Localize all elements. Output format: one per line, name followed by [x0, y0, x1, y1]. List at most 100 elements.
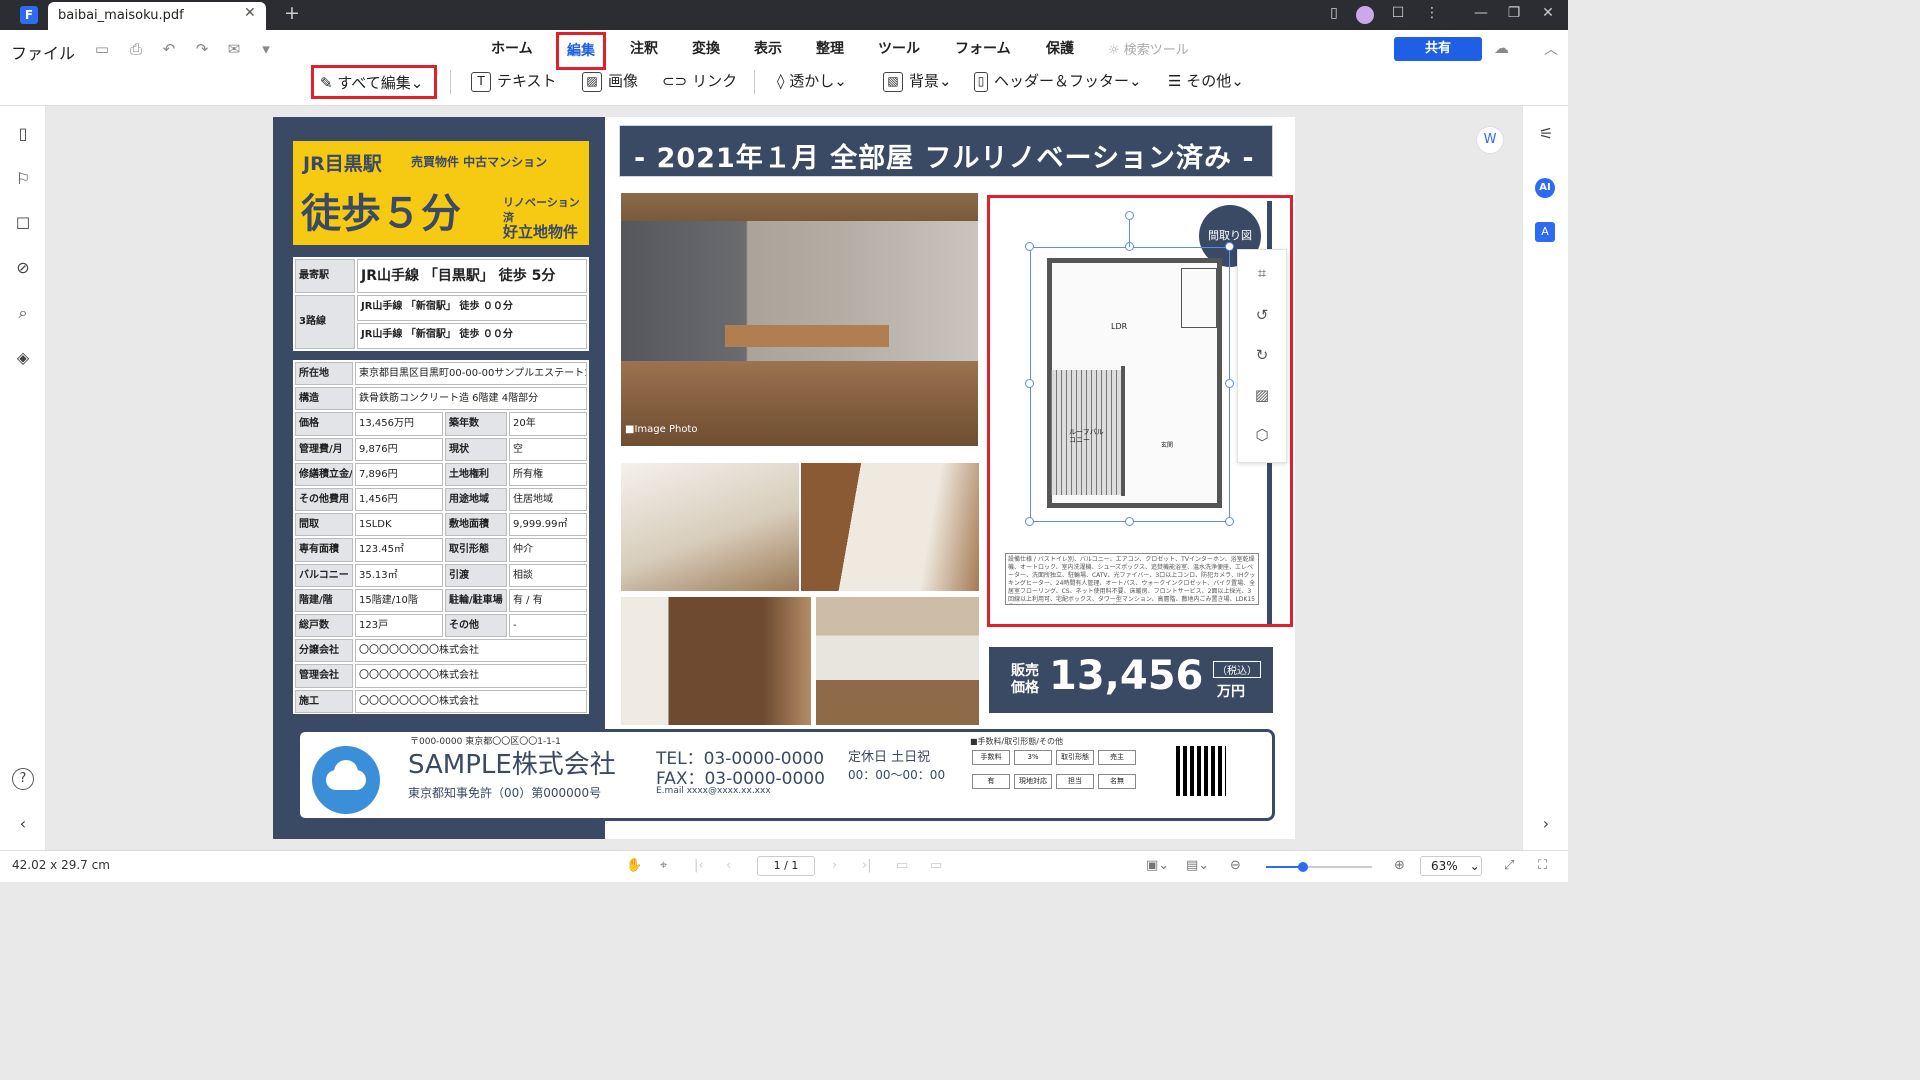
expand-right-icon[interactable]: › [1535, 814, 1557, 833]
resize-handle[interactable] [1125, 517, 1134, 526]
resize-handle[interactable] [1025, 379, 1034, 388]
zoom-in-icon[interactable]: ⊕ [1394, 858, 1405, 873]
replace-image-icon[interactable]: ▨ [1252, 386, 1272, 404]
add-link-button[interactable]: ⊂⊃ リンク [662, 70, 737, 91]
zoom-slider[interactable] [1266, 862, 1372, 872]
translate-icon[interactable]: A [1535, 222, 1555, 242]
zoom-handle[interactable] [1298, 862, 1309, 872]
document-tab[interactable]: baibai_maisoku.pdf ✕ [48, 2, 266, 30]
first-page-icon[interactable]: |‹ [694, 858, 704, 873]
undo-icon[interactable]: ↶ [159, 40, 179, 58]
attachment-icon[interactable]: ⊘ [12, 258, 34, 277]
tab-edit[interactable]: 編集 [556, 32, 606, 70]
spec-label: 敷地面積 [445, 513, 507, 537]
comment-icon[interactable]: ☐ [12, 214, 34, 233]
select-tool-icon[interactable]: ⌖ [660, 858, 667, 873]
spec-value: 20年 [509, 412, 587, 436]
fit-page-icon[interactable]: ▭ [896, 858, 908, 873]
spec-label: 引渡 [445, 563, 507, 587]
resize-handle[interactable] [1225, 379, 1234, 388]
feedback-icon[interactable]: ☐ [1388, 5, 1408, 21]
help-icon[interactable]: ? [12, 768, 34, 790]
tab-protect[interactable]: 保護 [1046, 38, 1074, 58]
restore-icon[interactable]: ❐ [1504, 5, 1524, 21]
avatar[interactable] [1356, 6, 1374, 24]
collapse-left-icon[interactable]: ‹ [12, 814, 34, 833]
scroll-mode-icon[interactable]: ▤⌄ [1186, 858, 1209, 873]
tab-form[interactable]: フォーム [955, 38, 1011, 58]
prev-page-icon[interactable]: ‹ [726, 858, 731, 873]
customize-icon[interactable]: ▾ [256, 40, 276, 58]
zoom-select[interactable]: 63% ⌄ [1420, 856, 1482, 876]
file-menu[interactable]: ファイル [11, 40, 75, 64]
crop-icon[interactable]: ⌗ [1252, 264, 1272, 282]
page-number-input[interactable]: 1 / 1 [757, 856, 815, 876]
main-photo[interactable]: ■Image Photo [621, 193, 978, 446]
floor-plan-image[interactable]: LDR ルーフバルコニー 玄関 [1030, 247, 1230, 522]
background-button[interactable]: ▧ 背景⌄ [883, 70, 952, 92]
collapse-ribbon-icon[interactable]: ︿ [1544, 39, 1558, 59]
image-settings-icon[interactable]: ⬡ [1252, 426, 1272, 444]
rotate-left-icon[interactable]: ↺ [1252, 306, 1272, 324]
photo-room-2[interactable] [801, 463, 979, 591]
new-tab-button[interactable]: + [284, 2, 300, 24]
header-footer-button[interactable]: ▯ ヘッダー＆フッター⌄ [974, 70, 1142, 92]
hand-tool-icon[interactable]: ✋ [626, 858, 642, 873]
fee-cell: 手数料 [972, 750, 1010, 765]
page-layout-icon[interactable]: ▣⌄ [1146, 858, 1169, 873]
layers-icon[interactable]: ◈ [12, 348, 34, 367]
more-icon[interactable]: ⋮ [1422, 5, 1442, 21]
resize-handle[interactable] [1025, 242, 1034, 251]
plan-notes: 設備仕様 / バストイレ別、バルコニー、エアコン、クロゼット、TVインターホン、… [1005, 553, 1259, 605]
tab-home[interactable]: ホーム [491, 38, 533, 58]
close-window-icon[interactable]: ✕ [1538, 5, 1558, 21]
fullscreen-icon[interactable]: ⤢ [1504, 858, 1514, 873]
photo-room-3[interactable] [621, 597, 811, 725]
rotate-handle[interactable] [1125, 211, 1134, 220]
spec-value: 所有権 [509, 462, 587, 486]
photo-room-1[interactable] [621, 463, 799, 591]
minimize-icon[interactable]: — [1471, 5, 1491, 21]
word-convert-icon[interactable]: W [1476, 126, 1504, 154]
resize-handle[interactable] [1225, 242, 1234, 251]
page-thumbnail-icon[interactable]: ▯ [12, 124, 34, 143]
share-button[interactable]: 共有 [1394, 37, 1482, 61]
notification-icon[interactable]: ▯ [1324, 5, 1344, 21]
watermark-button[interactable]: ◊ 透かし⌄ [777, 70, 847, 91]
add-image-button[interactable]: ▨ 画像 [582, 70, 638, 92]
watermark-label: 透かし [789, 72, 835, 90]
resize-handle[interactable] [1225, 517, 1234, 526]
search-tools[interactable]: ☼ 検索ツール [1108, 39, 1189, 58]
print-icon[interactable]: ⎙ [126, 40, 146, 58]
next-page-icon[interactable]: › [832, 858, 837, 873]
tab-organize[interactable]: 整理 [816, 38, 844, 58]
property-type: 売買物件 中古マンション [411, 155, 548, 169]
walk-time: 徒歩５分 [301, 191, 461, 237]
search-icon[interactable]: ⌕ [12, 303, 34, 323]
spec-value: 15階建/10階 [355, 588, 443, 612]
bookmark-icon[interactable]: ⚐ [12, 169, 34, 188]
rotate-right-icon[interactable]: ↻ [1252, 346, 1272, 364]
photo-kitchen[interactable] [816, 597, 979, 725]
ai-assistant-icon[interactable]: AI [1535, 178, 1555, 198]
cloud-icon[interactable]: ☁ [1494, 39, 1509, 57]
edit-all-button[interactable]: ✎ すべて編集⌄ [311, 65, 437, 99]
tab-convert[interactable]: 変換 [692, 38, 720, 58]
add-text-button[interactable]: T テキスト [471, 70, 557, 92]
close-tab-icon[interactable]: ✕ [244, 5, 256, 21]
properties-icon[interactable]: ⚟ [1535, 124, 1557, 143]
last-page-icon[interactable]: ›| [862, 858, 872, 873]
expand-icon[interactable]: ⛶ [1538, 858, 1547, 873]
tab-annotate[interactable]: 注釈 [630, 38, 658, 58]
fit-width-icon[interactable]: ▭ [930, 858, 942, 873]
more-tools-button[interactable]: ☰ その他⌄ [1168, 70, 1244, 91]
edit-all-label: すべて編集 [337, 74, 411, 92]
redo-icon[interactable]: ↷ [192, 40, 212, 58]
mail-icon[interactable]: ✉ [224, 40, 244, 58]
save-icon[interactable]: ▭ [92, 40, 112, 58]
resize-handle[interactable] [1025, 517, 1034, 526]
tab-tools[interactable]: ツール [878, 38, 920, 58]
zoom-out-icon[interactable]: ⊖ [1230, 858, 1241, 873]
divider [754, 70, 755, 94]
tab-view[interactable]: 表示 [754, 38, 782, 58]
